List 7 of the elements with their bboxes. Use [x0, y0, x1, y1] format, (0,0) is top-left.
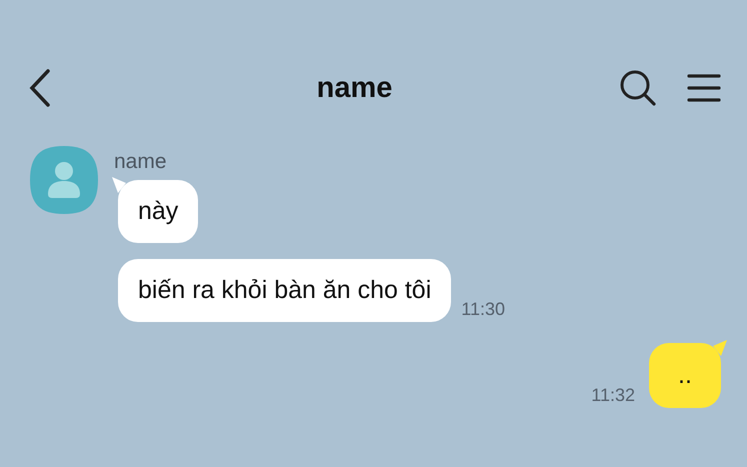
- message-time: 11:30: [461, 299, 505, 320]
- sender-name: name: [114, 150, 167, 174]
- chat-title: name: [316, 72, 394, 104]
- bubble-tail-icon: [112, 177, 126, 193]
- bubble-tail-icon: [713, 340, 727, 356]
- message-time: 11:32: [591, 385, 635, 406]
- message-bubble: biến ra khỏi bàn ăn cho tôi: [118, 259, 452, 322]
